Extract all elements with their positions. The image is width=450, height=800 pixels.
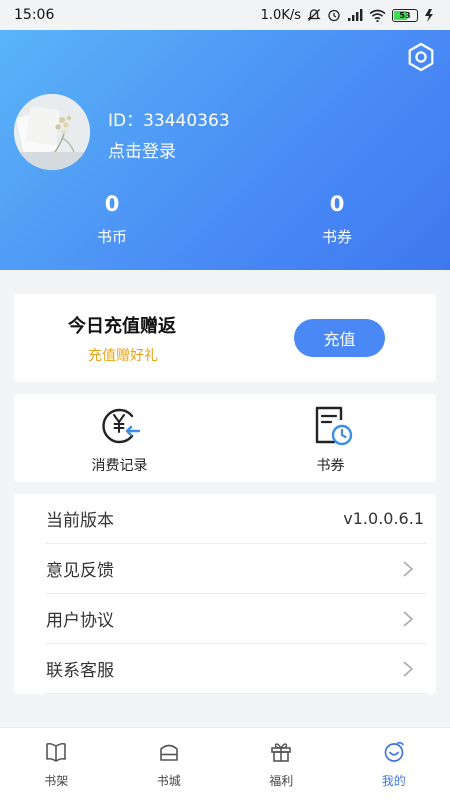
mute-icon xyxy=(307,9,321,21)
recharge-button[interactable]: 充值 xyxy=(294,319,385,357)
bookstore-icon xyxy=(159,744,178,761)
nav-label: 我的 xyxy=(381,774,406,788)
nav-bookstore[interactable]: 书城 xyxy=(113,728,226,800)
profile-header: ID：33440363 点击登录 0 书币 0 书券 xyxy=(0,30,450,270)
status-bar: 15:06 1.0K/s 53 xyxy=(0,0,450,30)
user-agreement-label: 用户协议 xyxy=(46,611,114,631)
shortcut-label: 书券 xyxy=(316,458,345,474)
feedback-label: 意见反馈 xyxy=(46,561,114,581)
voucher-shortcut[interactable]: 书券 xyxy=(225,394,436,482)
voucher-clock-icon xyxy=(315,406,352,446)
nav-label: 福利 xyxy=(269,774,294,788)
network-speed: 1.0K/s xyxy=(260,7,301,23)
nav-welfare[interactable]: 福利 xyxy=(225,728,338,800)
shortcut-label: 消费记录 xyxy=(91,458,148,474)
coin-balance[interactable]: 0 书币 xyxy=(52,192,172,247)
avatar-image xyxy=(14,94,90,170)
bookshelf-icon xyxy=(46,742,67,762)
chevron-right-icon xyxy=(403,660,414,677)
bottom-nav: 书架 书城 福利 我的 xyxy=(0,727,450,800)
recharge-subtitle: 充值赠好礼 xyxy=(88,348,158,364)
charging-icon xyxy=(425,8,433,22)
wifi-icon xyxy=(369,9,386,22)
settings-list: 当前版本 v1.0.0.6.1 意见反馈 用户协议 联系客服 xyxy=(14,494,436,694)
coin-count: 0 xyxy=(104,192,120,216)
user-agreement-row[interactable]: 用户协议 xyxy=(46,594,426,644)
status-time: 15:06 xyxy=(14,7,55,23)
voucher-label: 书券 xyxy=(321,228,352,246)
consumption-record-shortcut[interactable]: 消费记录 xyxy=(14,394,225,482)
nav-mine[interactable]: 我的 xyxy=(338,728,450,800)
version-value: v1.0.0.6.1 xyxy=(343,509,424,528)
recharge-card: 今日充值赠返 充值赠好礼 充值 xyxy=(14,294,436,382)
gift-icon xyxy=(271,743,292,762)
shortcut-panel: 消费记录 书券 xyxy=(14,394,436,482)
avatar[interactable] xyxy=(14,94,90,170)
nav-bookshelf[interactable]: 书架 xyxy=(0,728,113,800)
nav-label: 书架 xyxy=(44,774,69,788)
login-link[interactable]: 点击登录 xyxy=(108,137,176,162)
battery-icon: 53 xyxy=(392,8,418,22)
alarm-icon xyxy=(328,9,340,22)
signal-icon xyxy=(348,8,363,21)
version-label: 当前版本 xyxy=(46,511,114,531)
customer-service-label: 联系客服 xyxy=(46,661,114,681)
recharge-title: 今日充值赠返 xyxy=(68,316,176,337)
user-id: ID：33440363 xyxy=(108,111,230,131)
consumption-record-icon xyxy=(101,408,140,444)
profile-icon xyxy=(384,741,404,762)
voucher-count: 0 xyxy=(329,192,345,216)
coin-label: 书币 xyxy=(96,228,127,246)
customer-service-row[interactable]: 联系客服 xyxy=(46,644,426,694)
chevron-right-icon xyxy=(403,560,414,577)
voucher-balance[interactable]: 0 书券 xyxy=(277,192,397,247)
chevron-right-icon xyxy=(403,610,414,627)
feedback-row[interactable]: 意见反馈 xyxy=(46,544,426,594)
status-icons: 1.0K/s 53 xyxy=(261,8,436,23)
version-row: 当前版本 v1.0.0.6.1 xyxy=(46,494,426,544)
settings-hexagon-icon[interactable] xyxy=(406,42,436,72)
nav-label: 书城 xyxy=(156,774,181,788)
